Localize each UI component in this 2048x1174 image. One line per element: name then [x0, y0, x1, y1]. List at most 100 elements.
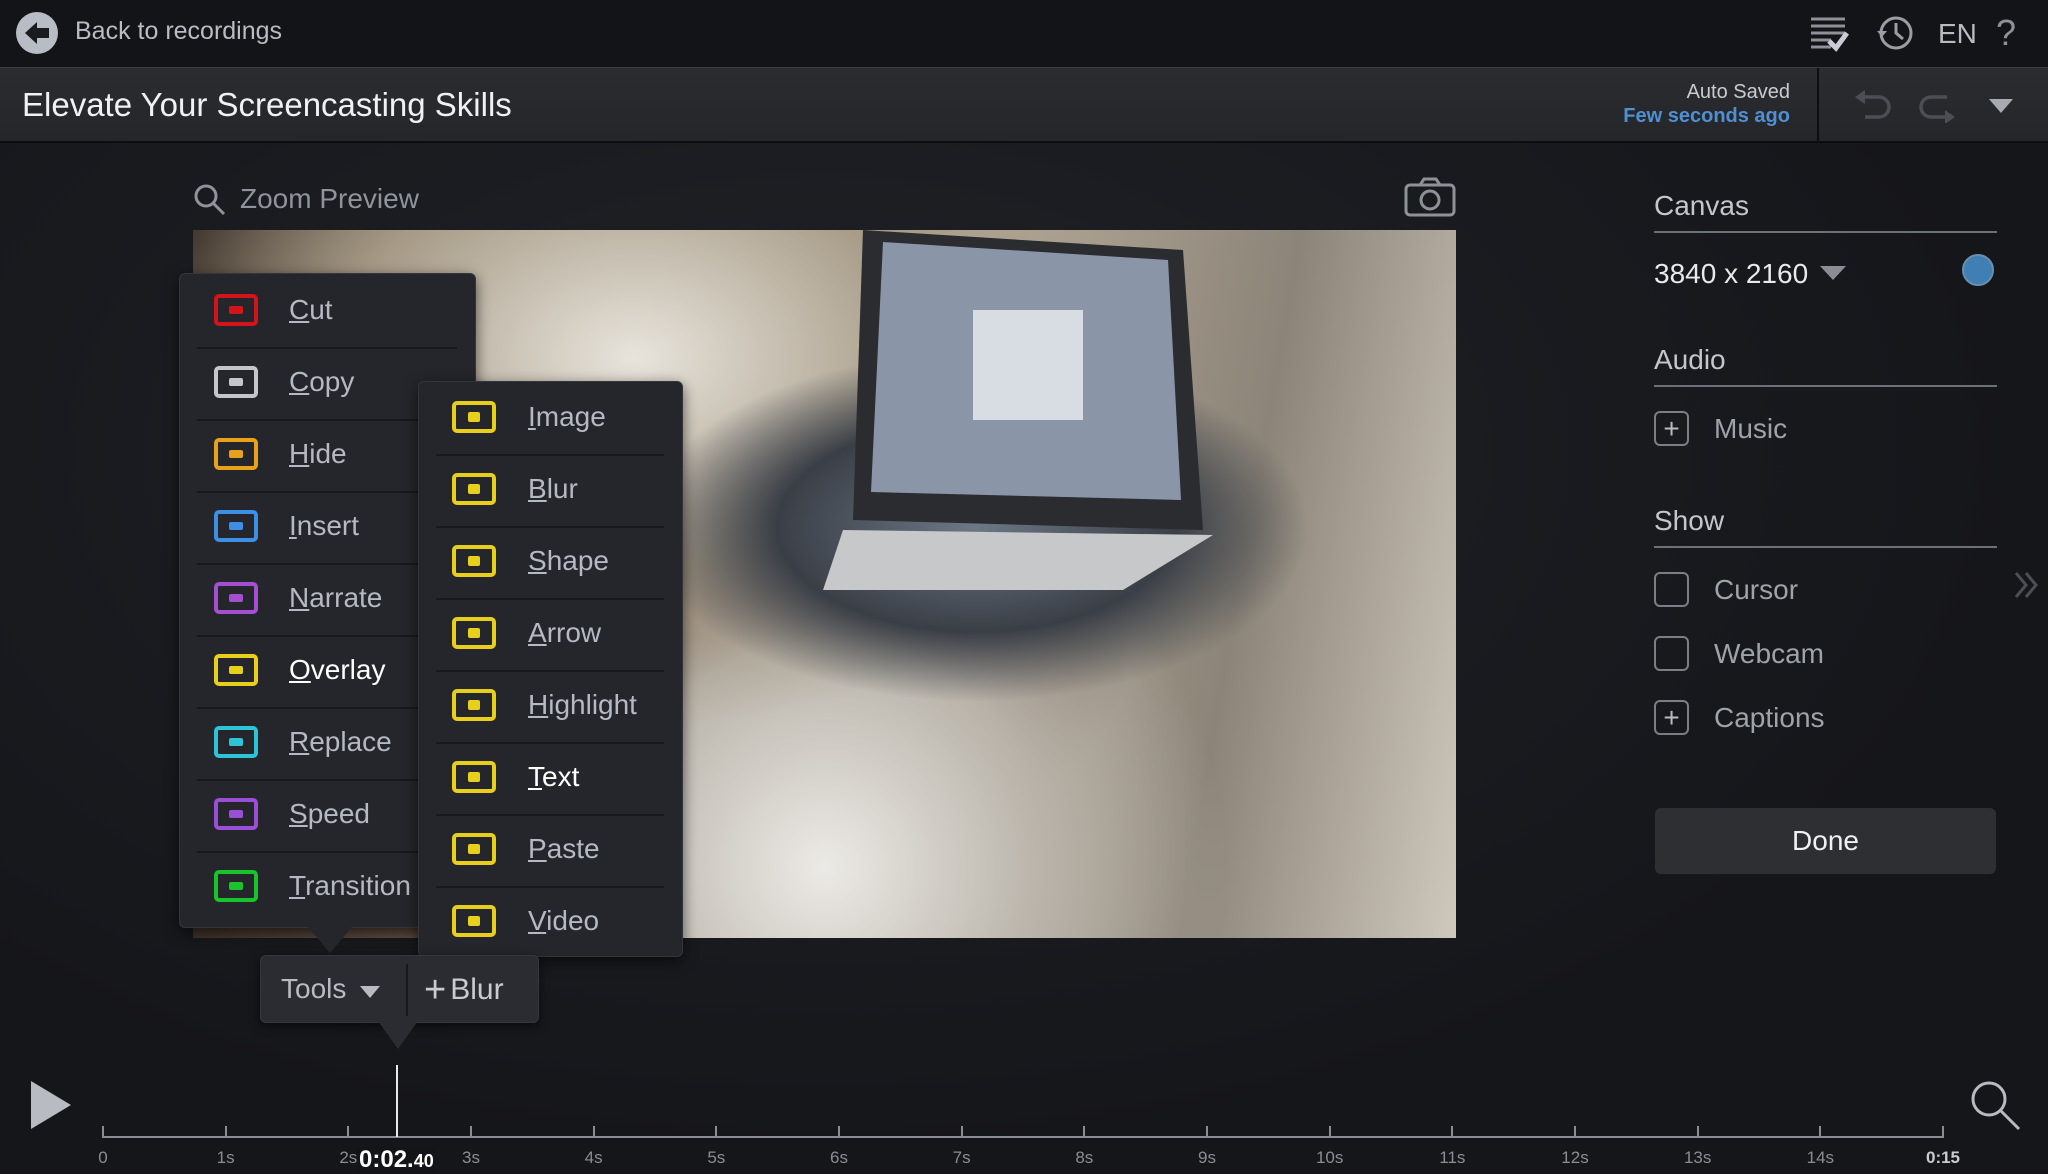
overlay-submenu-item-video[interactable]: Video [418, 887, 683, 959]
timeline-tick [1083, 1126, 1086, 1138]
divider [1654, 385, 1997, 387]
microphone-icon [214, 582, 258, 614]
blur-drop-icon-glyph [468, 484, 480, 494]
overlay-submenu-item-label: Highlight [528, 689, 637, 720]
speed-icon-glyph [229, 810, 243, 818]
language-selector[interactable]: EN [1938, 18, 1977, 50]
more-dropdown-icon[interactable] [1986, 96, 2016, 116]
shape-icon-glyph [468, 556, 480, 566]
captions-label: Captions [1714, 701, 1825, 733]
timeline-tick-label: 14s [1806, 1148, 1835, 1167]
tools-bar-pointer [378, 1021, 418, 1049]
timeline-axis[interactable] [102, 1136, 1943, 1138]
tools-bar: Tools + Blur [260, 955, 539, 1023]
timeline-tick [1819, 1126, 1822, 1138]
overlay-submenu-item-paste[interactable]: Paste [418, 815, 683, 887]
tools-menu-item-cut[interactable]: Cut [179, 276, 476, 348]
timeline-zoom-icon[interactable] [1968, 1078, 2024, 1134]
video-play-icon-glyph [468, 916, 480, 926]
back-to-recordings-link[interactable]: Back to recordings [75, 17, 282, 46]
playhead[interactable] [396, 1065, 399, 1137]
chevron-down-icon [1820, 266, 1847, 280]
scissors-icon-glyph [229, 306, 243, 314]
current-time: 0:02.40 [357, 1146, 436, 1174]
arrow-icon-glyph [468, 628, 480, 638]
plus-icon: + [1654, 700, 1689, 735]
camera-snapshot-icon[interactable] [1404, 176, 1456, 218]
autosave-label: Auto Saved [1686, 81, 1790, 103]
timeline-tick [838, 1126, 840, 1138]
webcam-checkbox[interactable]: Webcam [1654, 636, 1824, 671]
paste-icon [452, 833, 496, 865]
triangle-icon [214, 654, 258, 686]
top-bar: Back to recordings EN ? [0, 0, 2048, 67]
redo-icon[interactable] [1918, 86, 1958, 126]
timeline-tick-label: 13s [1683, 1148, 1712, 1167]
zoom-preview-icon[interactable] [192, 182, 228, 218]
collapse-panel-icon[interactable] [2012, 570, 2042, 600]
tools-menu-item-label: Speed [289, 798, 370, 829]
history-icon[interactable] [1874, 12, 1916, 54]
cursor-checkbox[interactable]: Cursor [1654, 572, 1798, 607]
overlay-submenu-item-text[interactable]: Text [418, 743, 683, 815]
transition-icon-glyph [229, 882, 243, 890]
timeline-tick-label: 0 [98, 1148, 108, 1167]
plus-icon: + [1654, 411, 1689, 446]
paste-icon-glyph [468, 844, 480, 854]
show-heading: Show [1654, 505, 1725, 536]
timeline-tick [1206, 1126, 1208, 1138]
overlay-submenu-item-image[interactable]: Image [418, 383, 683, 455]
done-button[interactable]: Done [1655, 808, 1996, 874]
plus-icon: + [424, 969, 447, 1011]
tools-menu-item-label: Transition [289, 870, 411, 901]
sparkle-icon-glyph [468, 700, 480, 710]
overlay-submenu-item-highlight[interactable]: Highlight [418, 671, 683, 743]
closed-eye-icon [214, 438, 258, 470]
canvas-color-picker[interactable] [1962, 254, 1994, 286]
overlay-submenu-item-arrow[interactable]: Arrow [418, 599, 683, 671]
add-blur-button[interactable]: + Blur [424, 971, 504, 1009]
timeline-tick [715, 1126, 718, 1138]
menu-pointer [308, 927, 352, 953]
text-icon-glyph [468, 772, 480, 782]
preview-frame-image [823, 230, 1213, 590]
help-icon[interactable]: ? [1996, 12, 2016, 54]
arrow-icon [452, 617, 496, 649]
back-icon[interactable] [16, 12, 58, 54]
tools-dropdown-button[interactable]: Tools [281, 973, 381, 1005]
video-play-icon [452, 905, 496, 937]
overlay-submenu-item-blur[interactable]: Blur [418, 455, 683, 527]
add-captions-button[interactable]: + Captions [1654, 700, 1825, 735]
cursor-label: Cursor [1714, 573, 1799, 605]
insert-icon [214, 510, 258, 542]
overlay-submenu-item-shape[interactable]: Shape [418, 527, 683, 599]
tools-menu-item-label: Cut [289, 294, 333, 325]
overlay-submenu-item-label: Arrow [528, 617, 602, 648]
project-title[interactable]: Elevate Your Screencasting Skills [22, 86, 512, 124]
canvas-heading: Canvas [1654, 190, 1749, 221]
add-music-button[interactable]: + Music [1654, 411, 1787, 446]
timeline-tick-label: 8s [1075, 1148, 1094, 1167]
divider [406, 964, 408, 1016]
overlay-submenu-item-label: Text [528, 761, 580, 792]
current-time-fraction: 40 [413, 1151, 434, 1171]
timeline-tick-label: 10s [1315, 1148, 1344, 1167]
tools-menu-item-label: Replace [289, 726, 392, 757]
transition-icon [214, 870, 258, 902]
zoom-preview-label[interactable]: Zoom Preview [240, 183, 419, 215]
timeline-tick [1942, 1126, 1944, 1138]
replace-icon [214, 726, 258, 758]
autosave-status: Auto Saved Few seconds ago [1623, 80, 1790, 128]
autosave-time: Few seconds ago [1623, 105, 1790, 127]
canvas-size-dropdown[interactable]: 3840 x 2160 [1654, 258, 1847, 290]
checkbox-icon [1654, 572, 1689, 607]
play-button[interactable] [28, 1078, 74, 1132]
undo-icon[interactable] [1852, 86, 1892, 126]
timeline-tick [1696, 1126, 1699, 1138]
checklist-icon[interactable] [1808, 14, 1850, 54]
timeline-tick [960, 1126, 963, 1138]
text-icon [452, 761, 496, 793]
copy-icon-glyph [229, 378, 243, 386]
timeline-tick [224, 1126, 227, 1138]
webcam-label: Webcam [1714, 637, 1824, 669]
